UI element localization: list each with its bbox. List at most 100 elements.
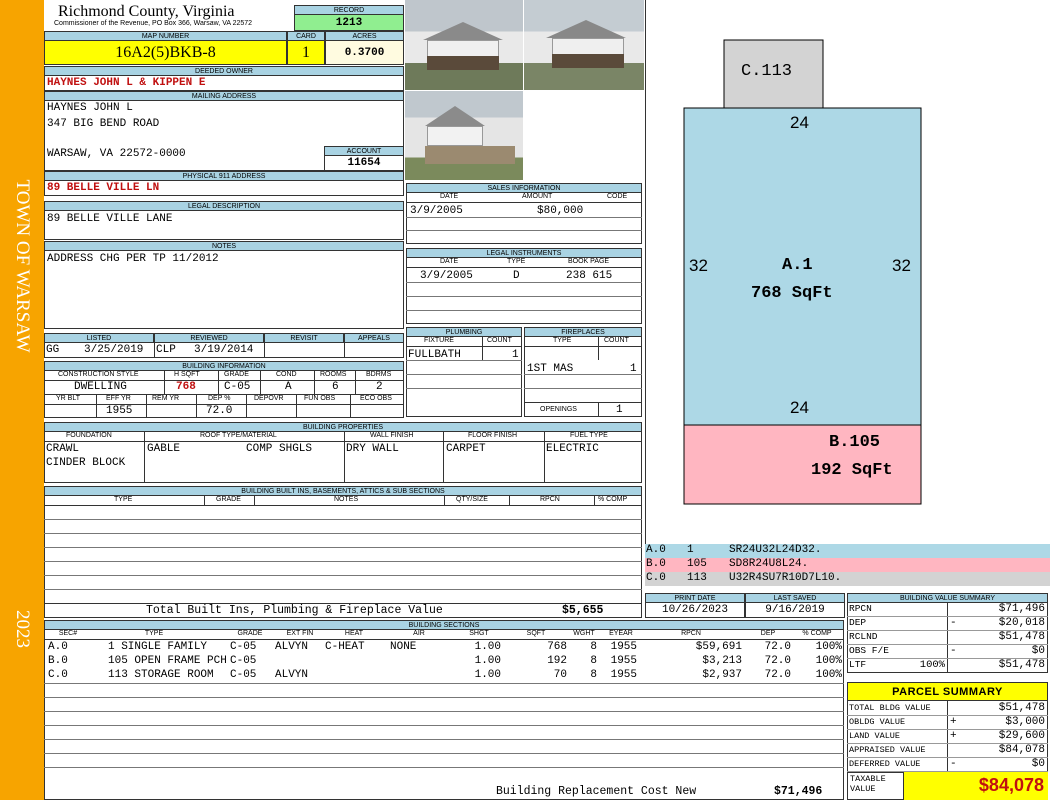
bi-header-hsqft: H SQFT (174, 371, 200, 378)
bi-header-bdrms: BDRMS (366, 371, 392, 378)
value-summary-label: DEP (849, 617, 867, 628)
sketch-code-sec: B.0 (646, 558, 666, 570)
appeals-label: APPEALS (344, 333, 404, 342)
reviewed-date: 3/19/2014 (194, 344, 254, 356)
section-cell: B.0 (48, 655, 68, 667)
replacement-cost-value: $71,496 (774, 785, 823, 798)
section-cell: C-05 (230, 641, 257, 653)
record-label: RECORD (294, 5, 404, 14)
section-cell: ALVYN (275, 641, 309, 653)
section-cell: 100% (815, 641, 842, 653)
value-summary-label: RCLND (849, 631, 878, 642)
mailing-line-3: WARSAW, VA 22572-0000 (47, 148, 186, 160)
section-cell: C-05 (230, 669, 257, 681)
bp-fuel-type: ELECTRIC (546, 443, 599, 455)
value-summary-value: $0 (1031, 645, 1045, 657)
map-number-label: MAP NUMBER (44, 31, 287, 40)
builtins-total-value: $5,655 (562, 604, 604, 617)
plumbing-header-fixture: FIXTURE (424, 337, 454, 344)
building-properties-title: BUILDING PROPERTIES (44, 422, 642, 431)
parcel-summary-sign: - (950, 758, 957, 770)
fireplace-header-count: COUNT (604, 337, 629, 344)
sketch-a-right-dim: 32 (892, 256, 911, 275)
section-cell: C-HEAT (325, 641, 365, 653)
legal-description: 89 BELLE VILLE LANE (44, 210, 404, 240)
section-cell: C-05 (230, 655, 257, 667)
bi-cond: A (285, 381, 292, 393)
sketch-code-num: 113 (687, 572, 707, 584)
section-cell: $59,691 (695, 641, 742, 653)
sketch-area[interactable]: C.113 24 32 32 A.1 768 SqFt 24 B.105 192… (645, 0, 1050, 544)
value-summary-value: $51,478 (998, 659, 1045, 671)
bp-header-foundation: FOUNDATION (66, 432, 112, 439)
section-header-11: DEP (760, 630, 776, 637)
legal-type: D (513, 270, 520, 282)
parcel-summary-sign: + (950, 716, 957, 728)
section-cell: 113 STORAGE ROOM (108, 669, 214, 681)
sketch-a-area: 768 SqFt (751, 284, 833, 303)
bi-header-funobs: FUN OBS (304, 395, 336, 402)
section-cell: 1955 (610, 669, 637, 681)
bi-header-depovr: DEPOVR (254, 395, 284, 402)
legal-header-type: TYPE (507, 258, 526, 265)
bp-header-wall: WALL FINISH (370, 432, 414, 439)
section-cell: 1955 (610, 655, 637, 667)
sales-header-amount: AMOUNT (522, 193, 553, 200)
sales-date: 3/9/2005 (410, 205, 463, 217)
section-cell: 1.00 (474, 655, 501, 667)
parcel-summary-sign: + (950, 730, 957, 742)
bi-eff-yr: 1955 (106, 405, 133, 417)
bi-construction-style: DWELLING (74, 381, 127, 393)
value-summary-value: $71,496 (998, 603, 1045, 615)
built-ins-title: BUILDING BUILT INS, BASEMENTS, ATTICS & … (44, 486, 642, 495)
parcel-summary-value: $51,478 (998, 702, 1045, 714)
section-cell: $3,213 (702, 655, 742, 667)
section-cell: A.0 (48, 641, 68, 653)
built-ins-table (44, 495, 642, 618)
bp-roof-type: GABLE (147, 443, 181, 455)
sketch-code-num: 105 (687, 558, 707, 570)
mailing-address-label: MAILING ADDRESS (44, 91, 404, 100)
fireplaces-table (524, 336, 642, 417)
section-cell: NONE (390, 641, 417, 653)
builtins-header-notes: NOTES (334, 496, 359, 503)
section-header-3: EXT FIN (286, 630, 314, 637)
property-photo-rear[interactable] (405, 91, 523, 180)
card-number: 1 (287, 40, 325, 65)
section-cell: ALVYN (275, 669, 309, 681)
fireplaces-title: FIREPLACES (524, 327, 642, 336)
section-cell: 72.0 (764, 669, 791, 681)
acres-value: 0.3700 (325, 40, 404, 65)
parcel-summary-value: $3,000 (1005, 716, 1045, 728)
section-cell: 8 (590, 641, 597, 653)
legal-header-book: BOOK PAGE (568, 258, 610, 265)
property-photo-side[interactable] (524, 0, 644, 90)
sketch-code-row-b: B.0 105 SD8R24U8L24. (645, 558, 1050, 572)
property-photo-front[interactable] (405, 0, 523, 90)
county-title: Richmond County, Virginia (58, 3, 235, 20)
legal-instruments-title: LEGAL INSTRUMENTS (406, 248, 642, 257)
value-summary-sign: - (950, 645, 957, 657)
account-label: ACCOUNT (324, 146, 404, 155)
section-header-9: EYEAR (609, 630, 633, 637)
value-summary-title: BUILDING VALUE SUMMARY (847, 593, 1048, 602)
legal-description-label: LEGAL DESCRIPTION (44, 201, 404, 210)
value-summary-sign: - (950, 617, 957, 629)
tax-year: 2023 (12, 610, 33, 648)
section-header-2: GRADE (237, 630, 263, 637)
card-label: CARD (287, 31, 325, 40)
listed-label: LISTED (44, 333, 154, 342)
section-cell: 105 OPEN FRAME PCH (108, 655, 227, 667)
bi-header-grade: GRADE (224, 371, 249, 378)
section-header-5: AIR (413, 630, 425, 637)
bi-header-rooms: ROOMS (320, 371, 347, 378)
builtins-header-comp: % COMP (598, 496, 628, 503)
sales-header-date: DATE (440, 193, 459, 200)
account-number: 11654 (324, 155, 404, 171)
taxable-value: $84,078 (903, 772, 1048, 800)
sales-header-code: CODE (607, 193, 628, 200)
sketch-code-row-a: A.0 1 SR24U32L24D32. (645, 544, 1050, 558)
parcel-summary-value: $29,600 (998, 730, 1045, 742)
value-summary-value: $51,478 (998, 631, 1045, 643)
deeded-owner: HAYNES JOHN L & KIPPEN E (44, 75, 404, 91)
